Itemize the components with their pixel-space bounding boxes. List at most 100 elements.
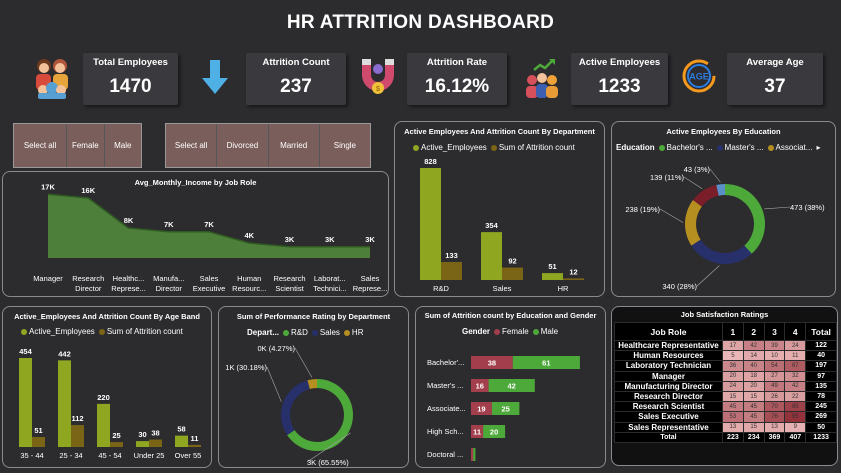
tick-label: Scientist bbox=[275, 284, 304, 293]
bar bbox=[441, 262, 462, 280]
employees-icon bbox=[36, 59, 68, 99]
donut-slice bbox=[691, 239, 752, 264]
column-header[interactable]: Job Role bbox=[614, 322, 723, 341]
table-row: Human Resources 5 14 10 11 40 bbox=[614, 350, 837, 362]
slicer-option-select-all[interactable]: Select all bbox=[14, 124, 68, 167]
leader-line bbox=[294, 347, 313, 378]
tick-label: High Sch... bbox=[427, 427, 464, 436]
rating-cell: 15 bbox=[742, 421, 765, 433]
data-label: 3K bbox=[325, 235, 335, 244]
chart-title: Job Satisfaction Ratings bbox=[680, 310, 769, 319]
leader-line bbox=[764, 206, 791, 210]
job-role-cell: Research Director bbox=[614, 390, 723, 403]
data-label: 7K bbox=[164, 220, 174, 229]
tick-label: Represe... bbox=[111, 284, 146, 293]
job-role-cell: Healthcare Representative bbox=[614, 339, 723, 352]
bar bbox=[58, 360, 71, 447]
svg-text:$: $ bbox=[376, 86, 380, 93]
kpi-value: 1470 bbox=[109, 76, 152, 97]
kpi-label: Average Age bbox=[746, 57, 804, 68]
slicer-option-select-all[interactable]: Select all bbox=[166, 124, 218, 167]
rating-cell: 53 bbox=[722, 411, 744, 423]
rating-cell: 70 bbox=[763, 401, 786, 413]
kpi-label: Active Employees bbox=[578, 57, 661, 68]
slicer-option-married[interactable]: Married bbox=[269, 124, 320, 167]
tick-label: Research bbox=[72, 274, 104, 283]
tick-label: 45 - 54 bbox=[98, 451, 121, 460]
rating-cell: 13 bbox=[722, 421, 744, 433]
column-header[interactable]: Total bbox=[805, 322, 837, 341]
data-label: 42 bbox=[508, 382, 516, 391]
data-label: 61 bbox=[542, 359, 550, 368]
column-header[interactable]: 3 bbox=[763, 322, 786, 341]
rating-cell: 13 bbox=[763, 421, 786, 433]
table-row: Research Scientist 45 45 70 85 245 bbox=[614, 401, 837, 413]
tick-label: Bachelor'... bbox=[427, 358, 464, 367]
row-total-cell: 135 bbox=[805, 380, 837, 392]
column-header[interactable]: 1 bbox=[722, 322, 744, 341]
rating-cell: 42 bbox=[784, 380, 807, 392]
table-row: Sales Representative 13 15 13 9 50 bbox=[614, 421, 837, 433]
slicer-option-female[interactable]: Female bbox=[67, 124, 105, 167]
data-label: 4K bbox=[244, 231, 254, 240]
row-total-cell: 197 bbox=[805, 360, 837, 372]
column-header[interactable]: 2 bbox=[742, 322, 765, 341]
bar bbox=[542, 273, 563, 280]
job-role-cell: Sales Executive bbox=[614, 411, 723, 423]
gender-slicer: Select all Female Male bbox=[13, 123, 142, 168]
bar bbox=[473, 448, 476, 461]
total-cell: 407 bbox=[784, 431, 807, 443]
data-label: 112 bbox=[71, 414, 83, 423]
tick-label: Executive bbox=[193, 284, 226, 293]
kpi-value: 37 bbox=[764, 76, 786, 97]
rating-cell: 45 bbox=[722, 401, 744, 413]
data-label: 25 bbox=[112, 431, 120, 440]
bar bbox=[97, 403, 110, 447]
rating-cell: 24 bbox=[722, 380, 744, 392]
data-label: 340 (28%) bbox=[662, 282, 697, 291]
bar bbox=[19, 358, 32, 447]
tick-label: Represe... bbox=[353, 284, 388, 293]
bar bbox=[175, 435, 188, 447]
data-label: 454 bbox=[19, 347, 32, 356]
data-label: 220 bbox=[97, 393, 110, 402]
data-label: 17K bbox=[41, 182, 55, 191]
rating-cell: 42 bbox=[742, 339, 765, 352]
education-panel: Active Employees By Education Education … bbox=[611, 121, 836, 297]
data-label: 92 bbox=[508, 257, 516, 266]
department-bar-chart: 828 133 R&D 354 92 Sales 51 12HR bbox=[420, 157, 584, 293]
row-total-cell: 269 bbox=[805, 411, 837, 423]
data-label: 51 bbox=[548, 262, 556, 271]
magnet-icon: $ bbox=[362, 59, 394, 94]
slicer-option-divorced[interactable]: Divorced bbox=[217, 124, 269, 167]
slicer-option-male[interactable]: Male bbox=[105, 124, 141, 167]
marital-status-slicer: Select all Divorced Married Single bbox=[165, 123, 371, 168]
tick-label: 25 - 34 bbox=[59, 451, 82, 460]
bar bbox=[471, 448, 474, 461]
rating-cell: 9 bbox=[784, 421, 807, 433]
slicer-option-single[interactable]: Single bbox=[320, 124, 370, 167]
tick-label: Sales bbox=[361, 274, 380, 283]
rating-cell: 5 bbox=[722, 350, 744, 362]
rating-cell: 24 bbox=[784, 339, 807, 352]
data-label: 19 bbox=[477, 405, 485, 414]
data-label: 58 bbox=[177, 425, 185, 434]
rating-cell: 22 bbox=[784, 390, 807, 403]
rating-cell: 11 bbox=[784, 350, 807, 362]
donut-slice bbox=[725, 184, 765, 254]
bar bbox=[502, 267, 523, 280]
data-label: 828 bbox=[424, 157, 437, 166]
job-role-cell: Manager bbox=[614, 370, 723, 382]
bar bbox=[563, 278, 584, 280]
down-arrow-icon bbox=[202, 60, 228, 94]
rating-cell: 17 bbox=[722, 339, 744, 352]
data-label: 354 bbox=[485, 221, 498, 230]
column-header[interactable]: 4 bbox=[784, 322, 807, 341]
tick-label: Director bbox=[75, 284, 102, 293]
rating-cell: 14 bbox=[742, 350, 765, 362]
job-role-cell: Sales Representative bbox=[614, 421, 723, 433]
age-band-bar-chart: 454 51 35 - 44 442 112 25 - 34 220 25 45 - 54 30 3… bbox=[19, 347, 201, 460]
rating-cell: 39 bbox=[763, 339, 786, 352]
row-total-cell: 97 bbox=[805, 370, 837, 382]
data-label: 38 bbox=[488, 359, 496, 368]
